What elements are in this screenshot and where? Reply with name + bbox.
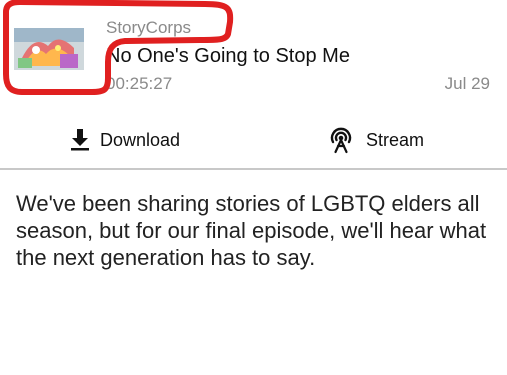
stream-button[interactable]: Stream [326,120,424,160]
download-button[interactable]: Download [70,120,180,160]
episode-description: We've been sharing stories of LGBTQ elde… [16,191,487,270]
episode-duration: 00:25:27 [106,74,173,93]
stream-label: Stream [366,129,425,150]
section-divider [0,168,507,170]
publisher-name: StoryCorps [106,18,192,37]
episode-title: No One's Going to Stop Me [106,45,350,67]
download-icon [70,129,90,151]
episode-date: Jul 29 [444,74,490,93]
episode-thumbnail [14,28,84,70]
episode-actions: Download Stream [0,112,507,168]
episode-header[interactable]: StoryCorps No One's Going to Stop Me 00:… [0,0,507,110]
download-label: Download [100,129,181,150]
broadcast-icon [326,125,356,155]
